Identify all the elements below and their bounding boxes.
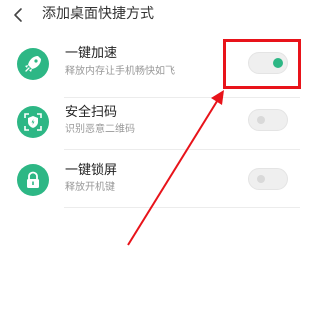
shortcut-title: 安全扫码 bbox=[65, 105, 118, 120]
page-title: 添加桌面快捷方式 bbox=[42, 6, 154, 22]
scan-toggle[interactable] bbox=[248, 109, 288, 131]
shield-scan-icon bbox=[17, 106, 49, 138]
shortcut-item-lock[interactable]: 一键锁屏 释放开机键 bbox=[0, 152, 300, 220]
shortcut-subtitle: 释放开机键 bbox=[65, 182, 115, 193]
shortcut-subtitle: 释放内存让手机畅快如飞 bbox=[65, 66, 175, 77]
rocket-icon bbox=[17, 48, 49, 80]
annotation-highlight-box bbox=[223, 39, 301, 89]
divider bbox=[64, 149, 300, 150]
chevron-left-icon bbox=[14, 8, 22, 22]
divider bbox=[64, 207, 300, 208]
shortcut-title: 一键加速 bbox=[65, 46, 118, 61]
lock-icon bbox=[17, 164, 49, 196]
toggle-knob bbox=[257, 175, 265, 183]
toggle-knob bbox=[257, 116, 265, 124]
shortcut-subtitle: 识别恶意二维码 bbox=[65, 124, 135, 135]
header-bar: 添加桌面快捷方式 bbox=[0, 0, 300, 30]
back-button[interactable] bbox=[10, 6, 28, 24]
shortcut-title: 一键锁屏 bbox=[65, 163, 118, 178]
lock-toggle[interactable] bbox=[248, 168, 288, 190]
